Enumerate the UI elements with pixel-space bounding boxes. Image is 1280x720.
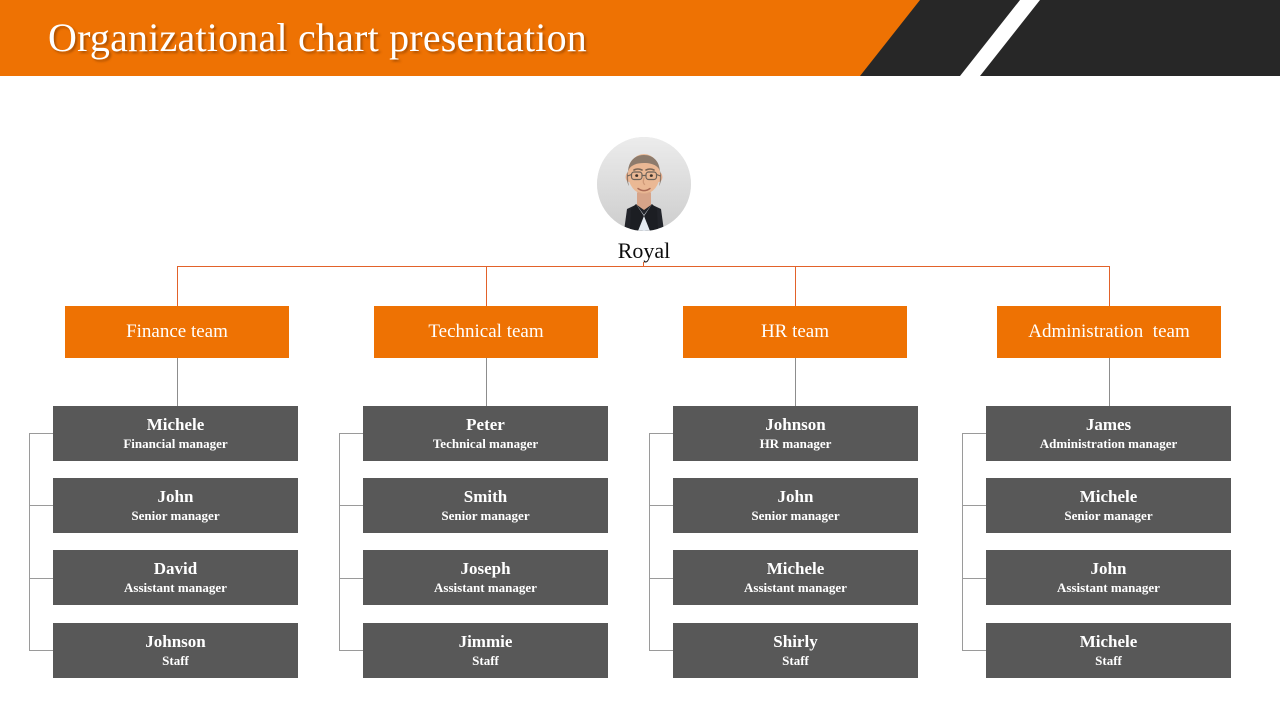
root-node: Royal — [560, 137, 728, 265]
member-card[interactable]: Smith Senior manager — [363, 478, 608, 533]
member-role: Staff — [472, 653, 499, 668]
bracket-branch-technical-3 — [339, 578, 363, 579]
bracket-vertical-technical — [339, 433, 340, 650]
member-name: Michele — [146, 415, 205, 434]
member-name: Michele — [766, 559, 825, 578]
bracket-branch-hr-1 — [649, 433, 673, 434]
member-role: Staff — [782, 653, 809, 668]
page-title: Organizational chart presentation — [48, 15, 587, 60]
connector-drop-technical — [486, 266, 487, 306]
member-card[interactable]: John Senior manager — [53, 478, 298, 533]
member-card[interactable]: Jimmie Staff — [363, 623, 608, 678]
member-name: Peter — [466, 415, 505, 434]
member-name: John — [157, 487, 194, 506]
bracket-vertical-administration — [962, 433, 963, 650]
member-role: Assistant manager — [744, 580, 847, 595]
member-card[interactable]: Johnson HR manager — [673, 406, 918, 461]
bracket-branch-technical-4 — [339, 650, 363, 651]
member-name: Shirly — [773, 632, 818, 651]
connector-stem-technical — [486, 358, 487, 406]
member-name: Smith — [463, 487, 508, 506]
team-header-finance[interactable]: Finance team — [65, 306, 289, 358]
member-card[interactable]: Peter Technical manager — [363, 406, 608, 461]
connector-stem-finance — [177, 358, 178, 406]
connector-horizontal-bus — [177, 266, 1110, 267]
bracket-branch-administration-4 — [962, 650, 986, 651]
bracket-branch-hr-3 — [649, 578, 673, 579]
member-name: James — [1085, 415, 1132, 434]
bracket-branch-administration-2 — [962, 505, 986, 506]
bracket-branch-technical-2 — [339, 505, 363, 506]
member-name: Jimmie — [458, 632, 513, 651]
member-name: John — [777, 487, 814, 506]
member-role: Senior manager — [441, 508, 530, 523]
bracket-branch-finance-1 — [29, 433, 53, 434]
member-name: Johnson — [765, 415, 826, 434]
team-header-technical[interactable]: Technical team — [374, 306, 598, 358]
bracket-branch-finance-4 — [29, 650, 53, 651]
member-name: Johnson — [145, 632, 206, 651]
bracket-branch-administration-3 — [962, 578, 986, 579]
bracket-branch-hr-4 — [649, 650, 673, 651]
member-role: Staff — [162, 653, 189, 668]
member-card[interactable]: David Assistant manager — [53, 550, 298, 605]
member-role: Senior manager — [1064, 508, 1153, 523]
member-name: John — [1090, 559, 1127, 578]
connector-stem-administration — [1109, 358, 1110, 406]
member-role: Assistant manager — [434, 580, 537, 595]
member-card[interactable]: John Senior manager — [673, 478, 918, 533]
team-header-hr[interactable]: HR team — [683, 306, 907, 358]
banner-dark-block-shape — [980, 0, 1280, 76]
member-role: Financial manager — [123, 436, 228, 451]
member-role: Senior manager — [131, 508, 220, 523]
member-card[interactable]: Joseph Assistant manager — [363, 550, 608, 605]
connector-drop-finance — [177, 266, 178, 306]
member-role: Senior manager — [751, 508, 840, 523]
member-role: Technical manager — [432, 436, 539, 451]
member-role: Assistant manager — [124, 580, 227, 595]
member-card[interactable]: Michele Staff — [986, 623, 1231, 678]
bracket-branch-administration-1 — [962, 433, 986, 434]
member-role: HR manager — [759, 436, 832, 451]
member-card[interactable]: John Assistant manager — [986, 550, 1231, 605]
bracket-branch-technical-1 — [339, 433, 363, 434]
bracket-vertical-finance — [29, 433, 30, 650]
member-card[interactable]: Michele Financial manager — [53, 406, 298, 461]
root-node-label: Royal — [617, 238, 671, 263]
bracket-branch-finance-3 — [29, 578, 53, 579]
member-card[interactable]: Johnson Staff — [53, 623, 298, 678]
connector-drop-hr — [795, 266, 796, 306]
member-role: Administration manager — [1039, 436, 1178, 451]
member-name: David — [153, 559, 198, 578]
title-banner: Organizational chart presentation — [0, 0, 1280, 76]
connector-drop-administration — [1109, 266, 1110, 306]
member-name: Michele — [1079, 632, 1138, 651]
bracket-branch-finance-2 — [29, 505, 53, 506]
member-card[interactable]: Shirly Staff — [673, 623, 918, 678]
member-role: Staff — [1095, 653, 1122, 668]
team-header-administration[interactable]: Administration team — [997, 306, 1221, 358]
member-card[interactable]: James Administration manager — [986, 406, 1231, 461]
connector-stem-hr — [795, 358, 796, 406]
member-card[interactable]: Michele Senior manager — [986, 478, 1231, 533]
member-role: Assistant manager — [1057, 580, 1160, 595]
bracket-branch-hr-2 — [649, 505, 673, 506]
bracket-vertical-hr — [649, 433, 650, 650]
member-card[interactable]: Michele Assistant manager — [673, 550, 918, 605]
member-name: Joseph — [460, 559, 511, 578]
member-name: Michele — [1079, 487, 1138, 506]
person-photo-avatar-icon — [597, 137, 691, 231]
